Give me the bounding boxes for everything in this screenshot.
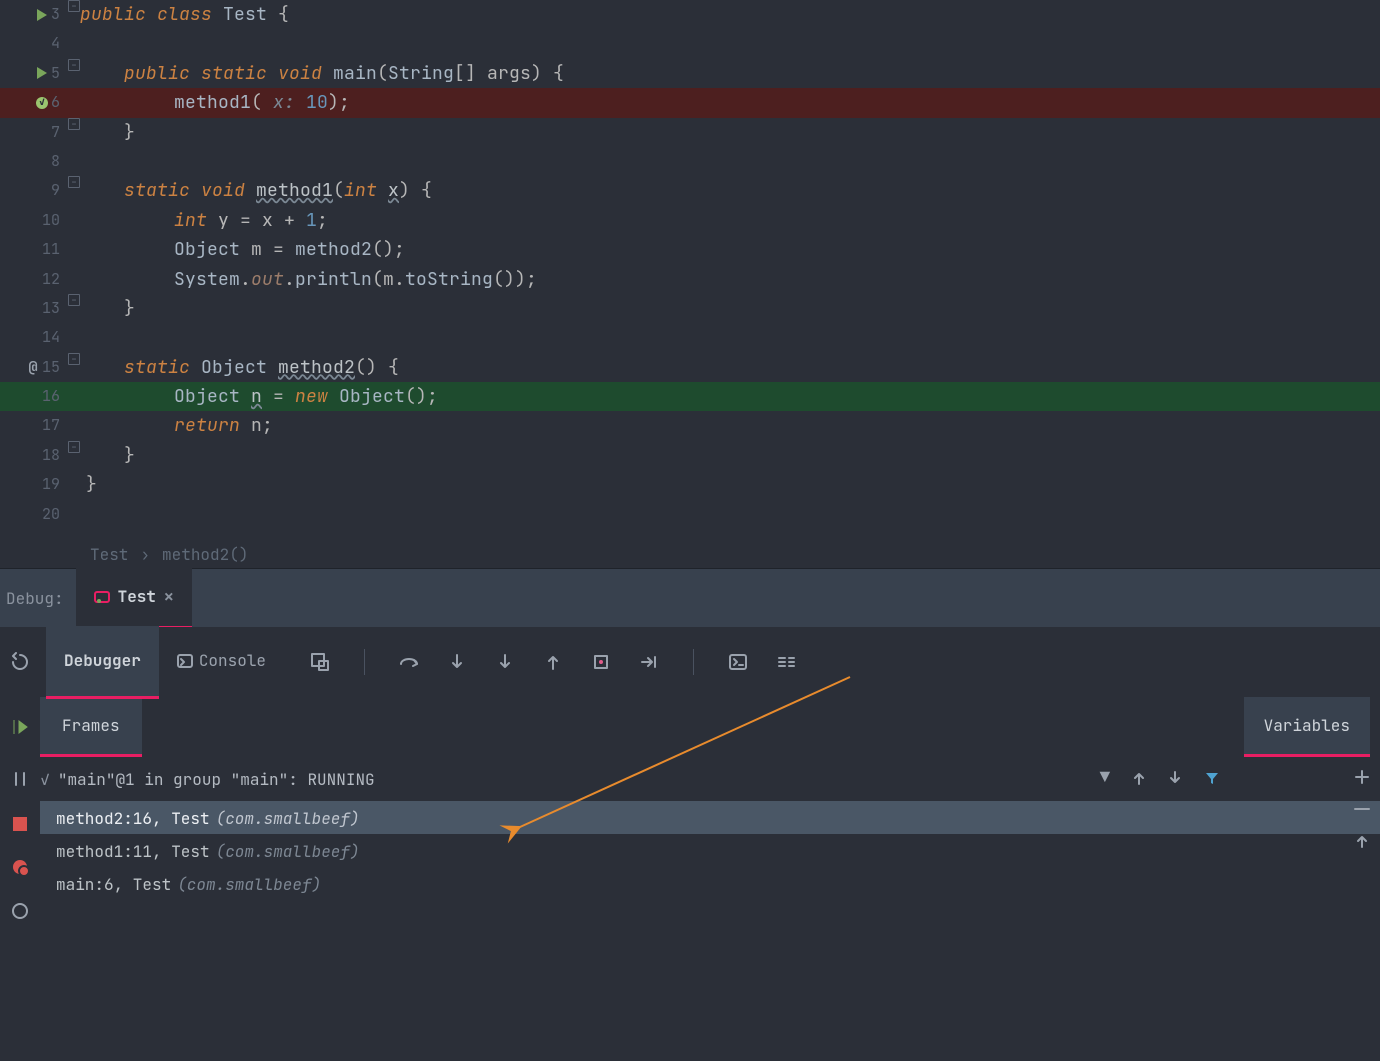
show-execution-point-icon[interactable] <box>310 652 330 672</box>
fold-toggle-icon[interactable]: − <box>68 353 80 365</box>
code-line[interactable]: 12 System.out.println(m.toString()); <box>0 265 1380 294</box>
code-line[interactable]: 13− } <box>0 294 1380 323</box>
run-config-tab[interactable]: Test ✕ <box>76 568 192 629</box>
trace-current-stream-chain-icon[interactable] <box>776 652 796 672</box>
fold-toggle-icon[interactable]: − <box>68 59 80 71</box>
fold-toggle-icon[interactable]: − <box>68 118 80 130</box>
code-line[interactable]: 16 Object n = new Object(); <box>0 382 1380 411</box>
stack-frame[interactable]: main:6, Test(com.smallbeef) <box>40 867 1380 900</box>
stack-frame[interactable]: method1:11, Test(com.smallbeef) <box>40 834 1380 867</box>
thread-label: "main"@1 in group "main": RUNNING <box>58 769 375 790</box>
code-line[interactable]: 9− static void method1(int x) { <box>0 176 1380 205</box>
fold-toggle-icon[interactable]: − <box>68 176 80 188</box>
new-watch-icon[interactable] <box>1354 769 1370 785</box>
frames-tab[interactable]: Frames <box>40 697 142 757</box>
run-to-cursor-icon[interactable] <box>639 652 659 672</box>
force-step-into-icon[interactable] <box>495 652 515 672</box>
resume-button[interactable] <box>0 697 40 757</box>
rerun-icon[interactable] <box>10 652 30 672</box>
code-line[interactable]: 18− } <box>0 441 1380 470</box>
frames-list[interactable]: method2:16, Test(com.smallbeef)method1:1… <box>40 801 1380 900</box>
step-out-icon[interactable] <box>543 652 563 672</box>
step-into-icon[interactable] <box>447 652 467 672</box>
breakpoint-verified-icon[interactable]: ✓ <box>36 97 48 109</box>
code-line[interactable]: 5− public static void main(String[] args… <box>0 59 1380 88</box>
mute-breakpoints-button[interactable] <box>12 903 28 925</box>
move-watch-up-icon[interactable] <box>1355 833 1369 849</box>
drop-frame-icon[interactable] <box>591 652 611 672</box>
code-line[interactable]: 10 int y = x + 1; <box>0 206 1380 235</box>
fold-toggle-icon[interactable]: − <box>68 441 80 453</box>
pause-button[interactable] <box>12 771 28 793</box>
stack-frame[interactable]: method2:16, Test(com.smallbeef) <box>40 801 1380 834</box>
run-gutter-icon[interactable] <box>37 67 47 79</box>
filter-icon[interactable] <box>1204 770 1220 786</box>
next-frame-icon[interactable] <box>1168 770 1182 786</box>
code-line[interactable]: @15− static Object method2() { <box>0 353 1380 382</box>
code-line[interactable]: 17 return n; <box>0 411 1380 440</box>
code-line[interactable]: 8 <box>0 147 1380 176</box>
debug-window-header: Debug: Test ✕ <box>0 568 1380 627</box>
step-over-icon[interactable] <box>399 652 419 672</box>
breadcrumb-method[interactable]: method2() <box>162 544 248 565</box>
fold-toggle-icon[interactable]: − <box>68 294 80 306</box>
view-breakpoints-button[interactable] <box>12 859 28 881</box>
separator <box>364 649 365 675</box>
application-icon <box>94 589 110 605</box>
code-line[interactable]: 20 <box>0 500 1380 529</box>
separator <box>693 649 694 675</box>
close-icon[interactable]: ✕ <box>164 586 174 607</box>
breadcrumb[interactable]: Test › method2() <box>0 540 1380 568</box>
code-line[interactable]: 7− } <box>0 118 1380 147</box>
thread-dropdown-icon[interactable]: ▼ <box>1100 767 1110 789</box>
evaluate-expression-icon[interactable] <box>728 652 748 672</box>
code-line[interactable]: 19} <box>0 470 1380 499</box>
run-config-name: Test <box>118 586 156 607</box>
debug-toolbar: Debugger Console <box>0 627 1380 697</box>
check-icon: ✓ <box>40 769 50 790</box>
panes-header: Frames Variables <box>0 697 1380 757</box>
stop-button[interactable] <box>13 815 27 837</box>
code-line[interactable]: 11 Object m = method2(); <box>0 235 1380 264</box>
code-line[interactable]: 4 <box>0 29 1380 58</box>
fold-toggle-icon[interactable]: − <box>68 0 80 12</box>
variables-tab[interactable]: Variables <box>1244 697 1370 757</box>
code-line[interactable]: 3−public class Test { <box>0 0 1380 29</box>
code-line[interactable]: ✓6 method1( x: 10); <box>0 88 1380 117</box>
code-line[interactable]: 14 <box>0 323 1380 352</box>
breadcrumb-sep: › <box>140 544 150 565</box>
frame-pointer-icon: @ <box>28 353 37 382</box>
breadcrumb-class[interactable]: Test <box>90 544 128 565</box>
code-editor[interactable]: 3−public class Test {45− public static v… <box>0 0 1380 540</box>
console-icon <box>177 653 193 669</box>
tab-debugger[interactable]: Debugger <box>46 626 159 699</box>
previous-frame-icon[interactable] <box>1132 770 1146 786</box>
frames-panel: ✓ "main"@1 in group "main": RUNNING ▼ me… <box>0 757 1380 1061</box>
tab-console[interactable]: Console <box>159 626 284 699</box>
debug-label: Debug: <box>6 588 64 609</box>
run-gutter-icon[interactable] <box>37 9 47 21</box>
remove-watch-icon[interactable] <box>1354 807 1370 811</box>
